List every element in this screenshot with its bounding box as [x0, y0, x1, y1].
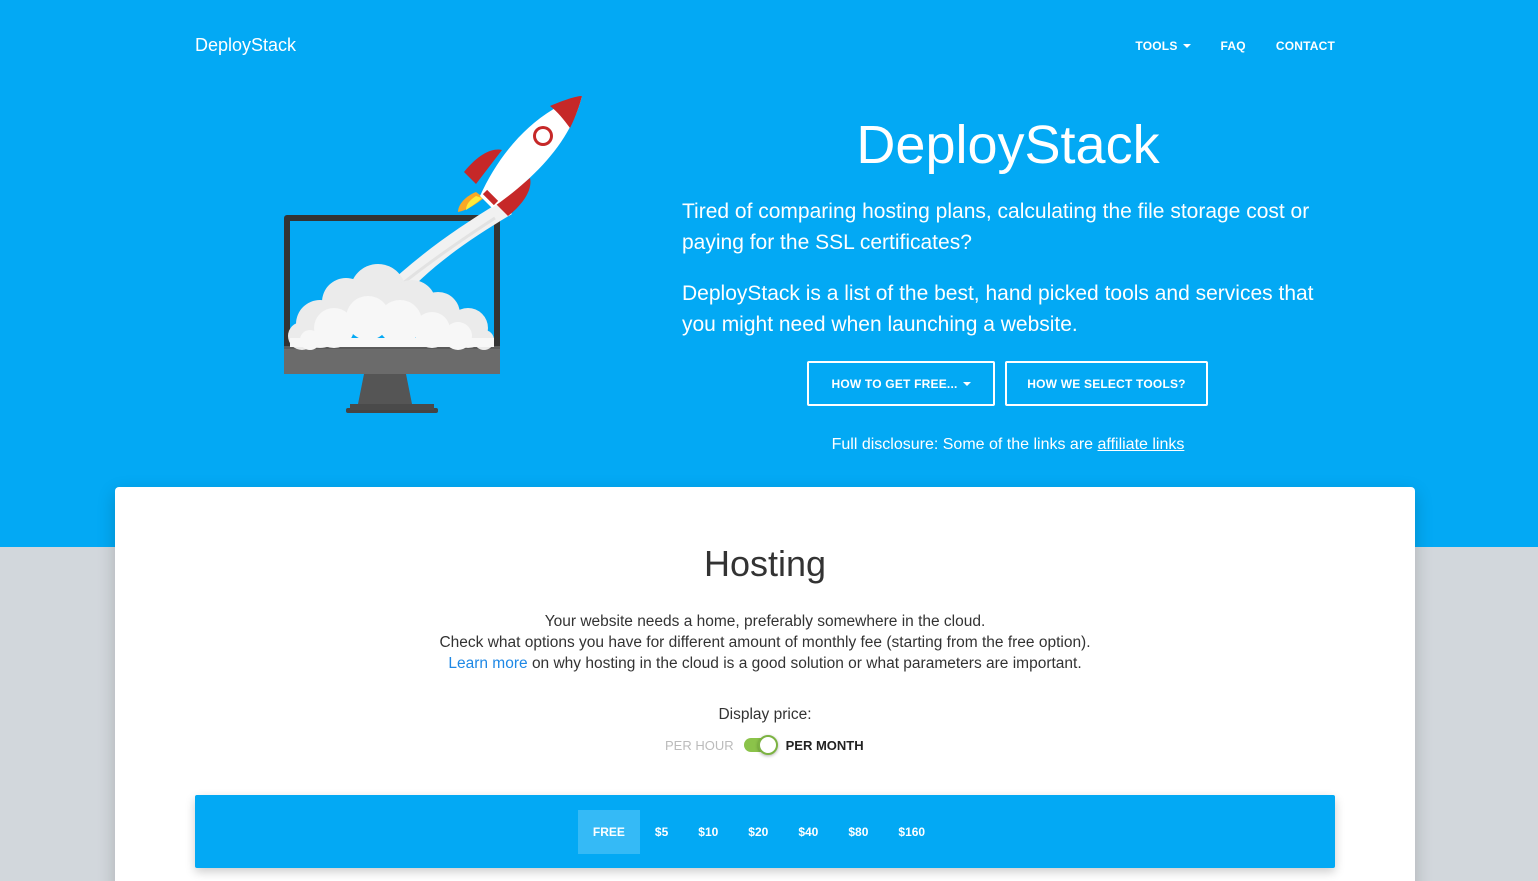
hosting-desc-line-3-rest: on why hosting in the cloud is a good so…	[531, 655, 1082, 672]
hosting-title: Hosting	[703, 543, 827, 584]
price-period-toggle-row: PER HOUR PER MONTH	[665, 735, 864, 755]
hosting-desc-line-2: Check what options you have for differen…	[439, 634, 1091, 651]
how-we-select-tools-button[interactable]: HOW WE SELECT TOOLS?	[1005, 361, 1208, 406]
hosting-desc-line-1: Your website needs a home, preferably so…	[544, 613, 986, 630]
brand-logo-link[interactable]: DeployStack	[195, 35, 296, 56]
price-period-switch[interactable]	[742, 735, 778, 755]
nav-contact-link[interactable]: CONTACT	[1276, 39, 1335, 53]
caret-down-icon	[1182, 44, 1191, 48]
hero-text-block: DeployStack Tired of comparing hosting p…	[682, 110, 1334, 340]
price-tab-160[interactable]: $160	[883, 810, 940, 854]
hero-paragraph-2: DeployStack is a list of the best, hand …	[682, 282, 1314, 336]
affiliate-disclosure: Full disclosure: Some of the links are a…	[682, 436, 1334, 454]
hero-buttons: HOW TO GET FREE... HOW WE SELECT TOOLS?	[807, 361, 1208, 406]
nav-faq-link[interactable]: FAQ	[1221, 39, 1246, 53]
price-tab-40[interactable]: $40	[783, 810, 833, 854]
per-hour-label: PER HOUR	[665, 737, 734, 753]
hero-paragraph-1: Tired of comparing hosting plans, calcul…	[682, 200, 1310, 254]
caret-down-icon	[962, 381, 971, 386]
disclosure-text: Full disclosure: Some of the links are	[831, 436, 1094, 453]
nav-links: TOOLS FAQ CONTACT	[1135, 39, 1335, 53]
how-to-get-free-label: HOW TO GET FREE...	[831, 376, 958, 391]
learn-more-link[interactable]: Learn more	[448, 655, 527, 672]
hero-title: DeployStack	[856, 115, 1160, 175]
price-tab-10[interactable]: $10	[683, 810, 733, 854]
nav-tools-label: TOOLS	[1135, 39, 1178, 53]
price-tab-20[interactable]: $20	[733, 810, 783, 854]
price-tab-80[interactable]: $80	[833, 810, 883, 854]
price-tabs: FREE $5 $10 $20 $40 $80 $160	[577, 809, 940, 854]
affiliate-links-link[interactable]: affiliate links	[1098, 436, 1185, 453]
price-tab-bar: FREE $5 $10 $20 $40 $80 $160	[195, 795, 1335, 868]
hosting-description: Your website needs a home, preferably so…	[115, 611, 1415, 674]
switch-knob	[757, 735, 778, 755]
rocket-monitor-illustration	[280, 92, 590, 417]
rocket-launch-icon	[284, 96, 582, 413]
how-to-get-free-button[interactable]: HOW TO GET FREE...	[807, 361, 995, 406]
price-tab-5[interactable]: $5	[640, 810, 683, 854]
nav-tools-dropdown[interactable]: TOOLS	[1135, 39, 1191, 53]
hosting-desc-line-3: Learn more on why hosting in the cloud i…	[115, 653, 1415, 674]
per-month-label: PER MONTH	[785, 737, 864, 753]
display-price-label: Display price:	[718, 706, 812, 723]
price-tab-free[interactable]: FREE	[577, 809, 640, 854]
hosting-card: Hosting Your website needs a home, prefe…	[115, 487, 1415, 881]
top-navbar: DeployStack TOOLS FAQ CONTACT	[0, 0, 1538, 92]
